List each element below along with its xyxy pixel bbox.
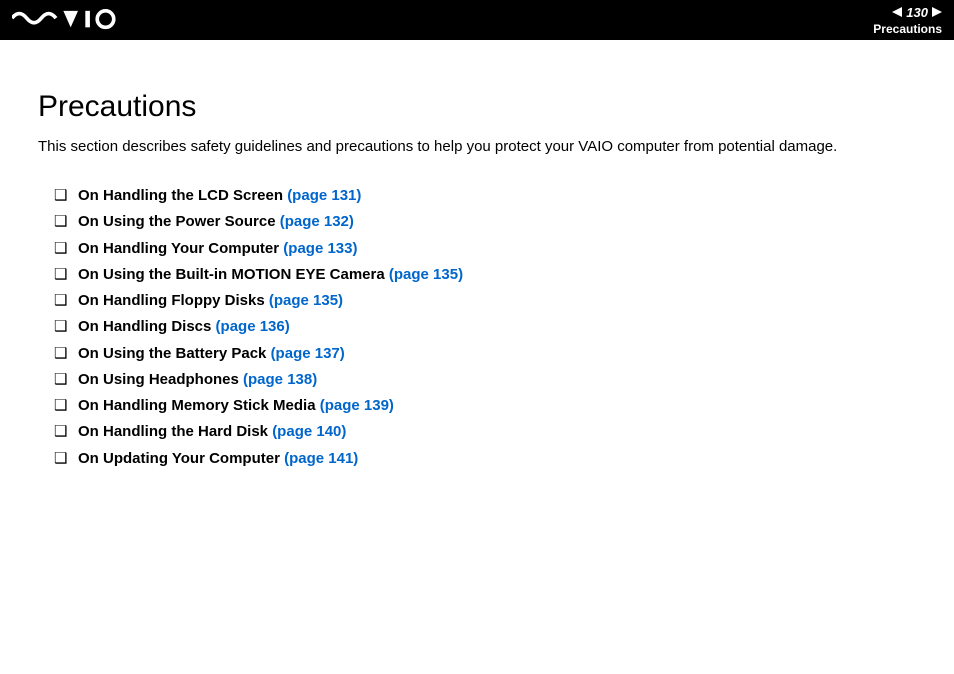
nav-next-icon[interactable] [932, 7, 942, 17]
page-link[interactable]: (page 140) [272, 423, 346, 440]
intro-text: This section describes safety guidelines… [38, 138, 916, 155]
toc-title: On Handling Memory Stick Media [78, 397, 320, 414]
toc-item: On Handling Memory Stick Media (page 139… [54, 393, 916, 419]
toc-item: On Using the Battery Pack (page 137) [54, 341, 916, 367]
toc-item: On Using the Power Source (page 132) [54, 209, 916, 235]
toc-title: On Using Headphones [78, 371, 243, 388]
toc-title: On Updating Your Computer [78, 450, 284, 467]
header-bar: 130 Precautions [0, 0, 954, 40]
toc-title: On Handling the LCD Screen [78, 187, 287, 204]
toc-title: On Using the Built-in MOTION EYE Camera [78, 266, 389, 283]
toc-item: On Updating Your Computer (page 141) [54, 446, 916, 472]
toc-title: On Handling Your Computer [78, 240, 283, 257]
page-link[interactable]: (page 138) [243, 371, 317, 388]
page-link[interactable]: (page 139) [320, 397, 394, 414]
page-link[interactable]: (page 135) [269, 292, 343, 309]
page-link[interactable]: (page 133) [283, 240, 357, 257]
toc-item: On Handling the LCD Screen (page 131) [54, 183, 916, 209]
vaio-logo [12, 9, 140, 31]
vaio-logo-icon [12, 9, 140, 31]
toc-title: On Using the Battery Pack [78, 345, 271, 362]
header-right: 130 Precautions [873, 5, 942, 36]
toc-item: On Using the Built-in MOTION EYE Camera … [54, 262, 916, 288]
toc-title: On Handling the Hard Disk [78, 423, 272, 440]
page-nav: 130 [873, 5, 942, 20]
page-number: 130 [904, 5, 930, 20]
page-link[interactable]: (page 131) [287, 187, 361, 204]
toc-item: On Handling Floppy Disks (page 135) [54, 288, 916, 314]
page-link[interactable]: (page 135) [389, 266, 463, 283]
page-link[interactable]: (page 137) [271, 345, 345, 362]
page-title: Precautions [38, 90, 916, 124]
page-link[interactable]: (page 136) [216, 318, 290, 335]
toc-title: On Handling Floppy Disks [78, 292, 269, 309]
page-link[interactable]: (page 141) [284, 450, 358, 467]
toc-item: On Using Headphones (page 138) [54, 367, 916, 393]
toc-list: On Handling the LCD Screen (page 131) On… [38, 183, 916, 472]
toc-title: On Handling Discs [78, 318, 216, 335]
toc-title: On Using the Power Source [78, 213, 280, 230]
toc-item: On Handling Discs (page 136) [54, 314, 916, 340]
breadcrumb: Precautions [873, 22, 942, 36]
toc-item: On Handling Your Computer (page 133) [54, 236, 916, 262]
content-area: Precautions This section describes safet… [0, 40, 954, 472]
toc-item: On Handling the Hard Disk (page 140) [54, 419, 916, 445]
nav-prev-icon[interactable] [892, 7, 902, 17]
page-link[interactable]: (page 132) [280, 213, 354, 230]
